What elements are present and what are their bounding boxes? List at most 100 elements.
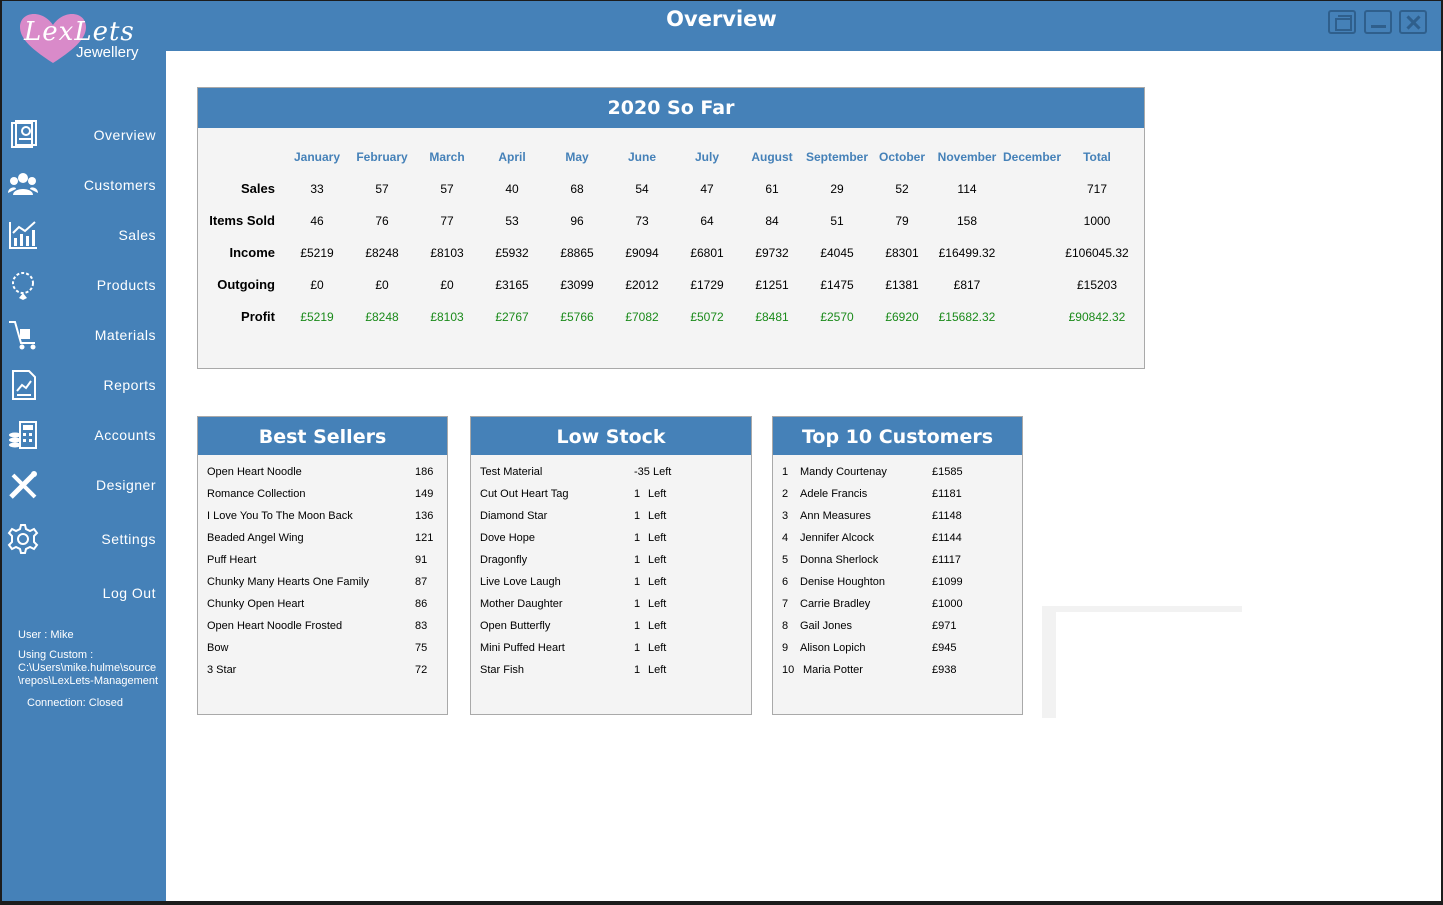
connection-status: Connection: Closed (27, 697, 124, 709)
frame-top-edge (1042, 606, 1242, 612)
restore-button[interactable] (1328, 10, 1356, 34)
db-path-line2: \repos\LexLets-Management (18, 675, 159, 687)
accounts-icon (9, 421, 37, 449)
customer-name: Jennifer Alcock (800, 532, 874, 544)
necklace-icon (12, 272, 34, 300)
sales-chart-icon (9, 221, 37, 249)
sidebar-item-label: Sales (118, 227, 156, 243)
customer-amount: £1585 (932, 466, 963, 478)
customer-amount: £1099 (932, 576, 963, 588)
customers-icon (8, 173, 38, 195)
title-bar[interactable]: Overview (2, 1, 1441, 51)
low-stock-qty: 1 (634, 532, 641, 544)
sidebar-item-label: Designer (95, 477, 156, 493)
sidebar-item-reports[interactable]: Reports (2, 365, 166, 405)
sidebar-item-label: Customers (83, 177, 156, 193)
row-label-outgoing: Outgoing (217, 277, 275, 292)
sidebar-item-log-out[interactable]: Log Out (2, 573, 166, 613)
table-cell: £15682.32 (938, 310, 996, 324)
report-icon (12, 370, 36, 400)
sidebar-item-label: Reports (103, 377, 156, 393)
sidebar-item-label: Log Out (102, 585, 156, 601)
low-stock-unit: Left (648, 598, 667, 610)
customer-amount: £971 (932, 620, 957, 632)
table-cell: 114 (957, 182, 977, 196)
column-header-january: January (293, 150, 341, 164)
window-title: Overview (666, 7, 777, 31)
best-seller-name: Chunky Many Hearts One Family (207, 576, 369, 588)
sidebar-item-sales[interactable]: Sales (2, 215, 166, 255)
low-stock-unit: Left (648, 576, 667, 588)
best-sellers-title: Best Sellers (198, 417, 447, 455)
sidebar-item-label: Overview (93, 127, 156, 143)
custom-db-label: Using Custom : (18, 649, 94, 661)
customer-rank: 8 (782, 620, 789, 632)
sidebar-item-label: Accounts (94, 427, 156, 443)
low-stock-name: Open Butterfly (480, 620, 551, 632)
low-stock-qty: 1 (634, 554, 641, 566)
logo-subtitle: Jewellery (76, 44, 139, 61)
customer-rank: 6 (782, 576, 789, 588)
sidebar-item-settings[interactable]: Settings (2, 519, 166, 559)
customer-amount: £945 (932, 642, 957, 654)
trolley-icon (9, 321, 36, 350)
best-seller-name: Beaded Angel Wing (207, 532, 304, 544)
customer-name: Mandy Courtenay (800, 466, 887, 478)
table-cell: 717 (1086, 182, 1108, 196)
low-stock-unit: Left (648, 664, 667, 676)
customer-name: Maria Potter (803, 664, 863, 676)
low-stock-name: Dove Hope (480, 532, 536, 544)
column-header-october: October (878, 150, 925, 164)
best-seller-count: 75 (415, 642, 428, 654)
low-stock-name: Star Fish (480, 664, 525, 676)
customer-rank: 5 (782, 554, 789, 566)
best-seller-name: 3 Star (207, 664, 237, 676)
sidebar-item-customers[interactable]: Customers (2, 165, 166, 205)
design-tools-icon (9, 471, 37, 499)
table-cell: £90842.32 (1068, 310, 1126, 324)
customer-amount: £938 (932, 664, 957, 676)
minimize-button[interactable] (1364, 10, 1392, 34)
table-cell: £16499.32 (938, 246, 996, 260)
row-label-sales: Sales (241, 181, 275, 196)
sidebar-item-label: Materials (94, 327, 156, 343)
best-seller-name: Puff Heart (207, 554, 257, 566)
low-stock-name: Dragonfly (480, 554, 528, 566)
customer-name: Adele Francis (800, 488, 868, 500)
best-seller-count: 149 (415, 488, 434, 500)
close-button[interactable] (1399, 10, 1427, 34)
column-header-april: April (498, 150, 526, 164)
best-seller-count: 136 (415, 510, 434, 522)
low-stock-name: Cut Out Heart Tag (480, 488, 569, 500)
customer-amount: £1000 (932, 598, 963, 610)
sidebar: LexLets Jewellery Overview Customers Sales… (2, 1, 166, 901)
customer-rank: 10 (782, 664, 795, 676)
customer-name: Donna Sherlock (800, 554, 879, 566)
sidebar-item-products[interactable]: Products (2, 265, 166, 305)
table-cell: 158 (956, 214, 978, 228)
customer-amount: £1117 (932, 554, 961, 566)
low-stock-unit: Left (648, 488, 667, 500)
best-seller-name: Open Heart Noodle (207, 466, 302, 478)
customer-name: Denise Houghton (800, 576, 886, 588)
customer-rank: 2 (782, 488, 789, 500)
top-customers-title: Top 10 Customers (773, 417, 1022, 455)
sidebar-item-designer[interactable]: Designer (2, 465, 166, 505)
sidebar-item-overview[interactable]: Overview (2, 115, 166, 155)
best-seller-count: 72 (415, 664, 428, 676)
column-header-september: September (805, 150, 869, 164)
sidebar-item-materials[interactable]: Materials (2, 315, 166, 355)
user-label: User : Mike (18, 629, 74, 641)
summary-panel: 2020 So Far (197, 87, 1145, 369)
overview-icon (11, 120, 37, 148)
low-stock-qty: 1 (634, 510, 641, 522)
low-stock-qty: 1 (634, 576, 641, 588)
low-stock-unit: Left (648, 554, 667, 566)
low-stock-qty: 1 (634, 598, 641, 610)
column-header-july: July (694, 150, 719, 164)
low-stock-name: Mother Daughter (480, 598, 563, 610)
customer-amount: £1144 (932, 532, 962, 544)
sidebar-item-accounts[interactable]: Accounts (2, 415, 166, 455)
table-cell: 1000 (1083, 214, 1111, 228)
decorative-frame (1042, 606, 1242, 718)
